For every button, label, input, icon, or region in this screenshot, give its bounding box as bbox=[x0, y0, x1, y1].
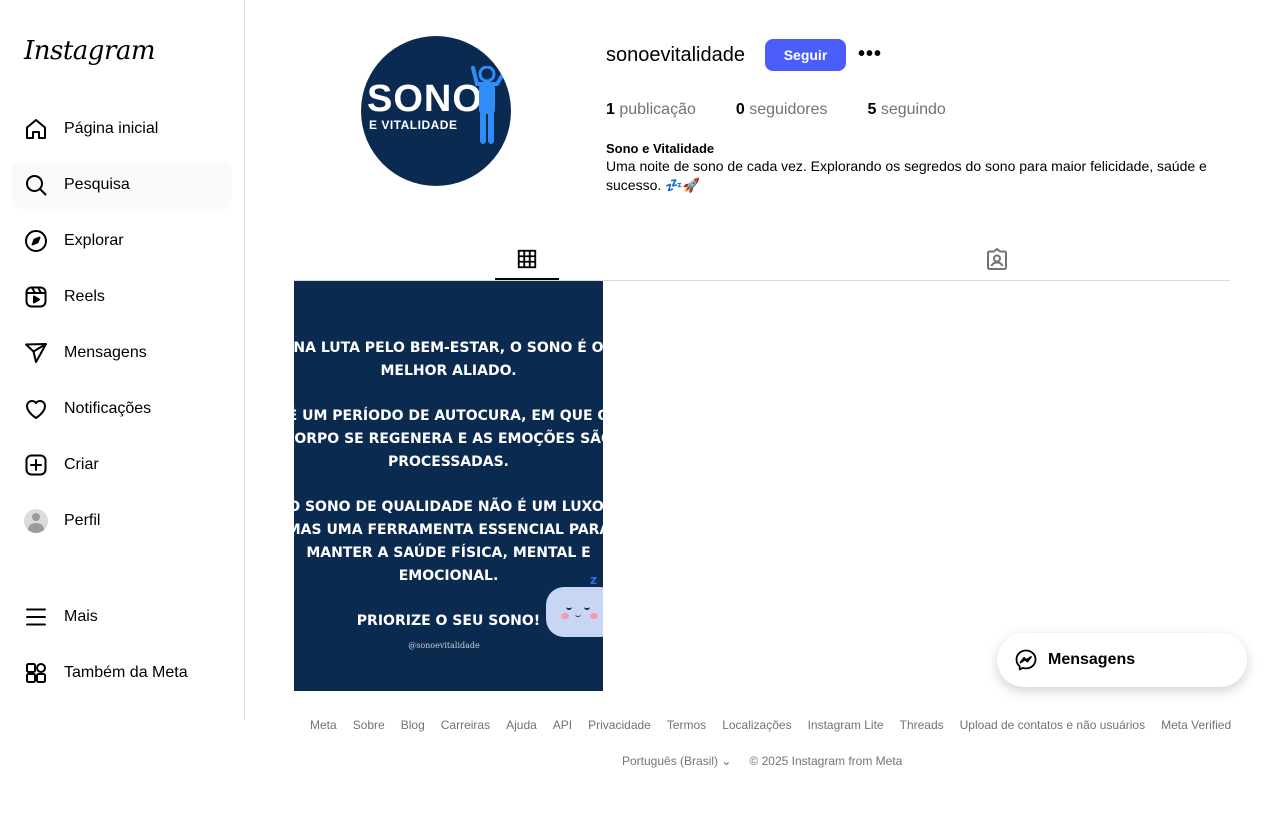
avatar bbox=[24, 509, 48, 533]
chevron-down-icon: ⌄ bbox=[721, 754, 732, 768]
tab-tagged[interactable] bbox=[965, 240, 1029, 280]
profile-pic-subtitle: E VITALIDADE bbox=[369, 118, 458, 132]
footer-link[interactable]: API bbox=[553, 718, 572, 732]
heart-icon bbox=[24, 397, 48, 421]
footer-link[interactable]: Ajuda bbox=[506, 718, 537, 732]
sidebar-item-label: Pesquisa bbox=[64, 176, 130, 193]
followers-stat[interactable]: 0 seguidores bbox=[736, 101, 828, 119]
sleeping-pillow-icon bbox=[546, 587, 603, 637]
footer-link[interactable]: Meta bbox=[310, 718, 337, 732]
sidebar: Instagram Página inicial Pesquisa Explor… bbox=[0, 0, 245, 720]
messages-label: Mensagens bbox=[1048, 651, 1136, 668]
sidebar-item-label: Mensagens bbox=[64, 344, 147, 361]
tagged-icon bbox=[987, 248, 1007, 270]
profile-pic-title: SONO bbox=[367, 78, 483, 120]
compass-icon bbox=[24, 229, 48, 253]
search-icon bbox=[24, 173, 48, 197]
profile-picture[interactable]: SONO E VITALIDADE bbox=[361, 36, 511, 186]
footer-link[interactable]: Privacidade bbox=[588, 718, 651, 732]
footer-link[interactable]: Instagram Lite bbox=[808, 718, 884, 732]
sidebar-item-label: Mais bbox=[64, 608, 98, 625]
sidebar-item-also-from-meta[interactable]: Também da Meta bbox=[12, 649, 232, 697]
sidebar-item-messages[interactable]: Mensagens bbox=[12, 329, 232, 377]
sidebar-item-label: Reels bbox=[64, 288, 105, 305]
footer-link[interactable]: Upload de contatos e não usuários bbox=[960, 718, 1145, 732]
footer-link[interactable]: Blog bbox=[401, 718, 425, 732]
profile-stats: 1 publicação 0 seguidores 5 seguindo bbox=[606, 101, 986, 119]
sidebar-item-reels[interactable]: Reels bbox=[12, 273, 232, 321]
tab-posts[interactable] bbox=[495, 240, 559, 280]
plus-square-icon bbox=[24, 453, 48, 477]
home-icon bbox=[24, 117, 48, 141]
post-handle: @sonoevitalidade bbox=[408, 641, 480, 650]
post-paragraph: O SONO DE QUALIDADE NÃO É UM LUXO, MAS U… bbox=[294, 499, 603, 584]
sidebar-item-label: Explorar bbox=[64, 232, 124, 249]
sidebar-item-notifications[interactable]: Notificações bbox=[12, 385, 232, 433]
more-options-icon[interactable]: ••• bbox=[856, 42, 884, 66]
sidebar-item-search[interactable]: Pesquisa bbox=[12, 161, 232, 209]
sidebar-item-label: Criar bbox=[64, 456, 99, 473]
following-stat[interactable]: 5 seguindo bbox=[868, 101, 946, 119]
follow-button[interactable]: Seguir bbox=[765, 39, 846, 71]
footer-link[interactable]: Threads bbox=[900, 718, 944, 732]
sidebar-item-label: Página inicial bbox=[64, 120, 159, 137]
sidebar-item-create[interactable]: Criar bbox=[12, 441, 232, 489]
person-figure-icon bbox=[471, 66, 505, 144]
sidebar-item-label: Notificações bbox=[64, 400, 152, 417]
send-icon bbox=[24, 341, 48, 365]
bio-name: Sono e Vitalidade bbox=[606, 141, 715, 156]
footer-link[interactable]: Meta Verified bbox=[1161, 718, 1231, 732]
instagram-logo[interactable]: Instagram bbox=[24, 36, 156, 66]
footer-link[interactable]: Sobre bbox=[353, 718, 385, 732]
apps-icon bbox=[24, 661, 48, 685]
bio-text: Uma noite de sono de cada vez. Explorand… bbox=[606, 158, 1207, 193]
profile-username: sonoevitalidade bbox=[606, 44, 745, 66]
footer-link[interactable]: Localizações bbox=[722, 718, 791, 732]
sidebar-item-label: Perfil bbox=[64, 512, 101, 529]
footer-link[interactable]: Termos bbox=[667, 718, 706, 732]
sidebar-item-more[interactable]: Mais bbox=[12, 593, 232, 641]
copyright: © 2025 Instagram from Meta bbox=[749, 754, 903, 768]
sidebar-item-label: Também da Meta bbox=[64, 664, 188, 681]
footer-bottom: Português (Brasil) ⌄ © 2025 Instagram fr… bbox=[622, 754, 902, 768]
posts-stat: 1 publicação bbox=[606, 101, 696, 118]
reels-icon bbox=[24, 285, 48, 309]
menu-icon bbox=[24, 605, 48, 629]
messages-button[interactable]: Mensagens bbox=[997, 633, 1247, 687]
footer-links: Meta Sobre Blog Carreiras Ajuda API Priv… bbox=[310, 718, 1247, 732]
language-selector[interactable]: Português (Brasil) ⌄ bbox=[622, 754, 731, 768]
grid-icon bbox=[517, 249, 537, 269]
post-thumbnail[interactable]: NA LUTA PELO BEM-ESTAR, O SONO É O MELHO… bbox=[294, 281, 603, 691]
sidebar-item-explore[interactable]: Explorar bbox=[12, 217, 232, 265]
sidebar-item-profile[interactable]: Perfil bbox=[12, 497, 232, 545]
footer-link[interactable]: Carreiras bbox=[441, 718, 490, 732]
post-paragraph: É UM PERÍODO DE AUTOCURA, EM QUE O CORPO… bbox=[294, 408, 603, 470]
messenger-icon bbox=[1015, 649, 1037, 671]
sidebar-item-home[interactable]: Página inicial bbox=[12, 105, 232, 153]
post-paragraph: NA LUTA PELO BEM-ESTAR, O SONO É O MELHO… bbox=[294, 340, 603, 379]
